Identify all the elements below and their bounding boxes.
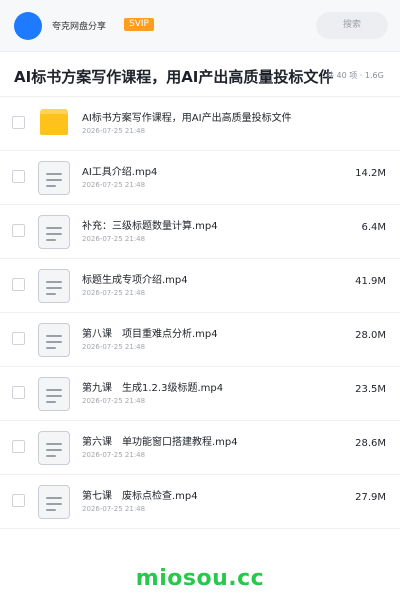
file-row[interactable]: 第八课 项目重难点分析.mp4 2026-07-25 21:48 28.0M xyxy=(0,313,400,367)
svip-badge: SVIP xyxy=(124,18,154,31)
item-date: 2026-07-25 21:48 xyxy=(82,181,146,189)
select-checkbox[interactable] xyxy=(12,278,25,291)
video-file-icon xyxy=(38,485,70,519)
item-name[interactable]: 标题生成专项介绍.mp4 xyxy=(82,271,188,286)
site-watermark: miosou.cc xyxy=(135,566,265,591)
item-size: 28.0M xyxy=(355,330,386,341)
item-size: 41.9M xyxy=(355,276,386,287)
item-date: 2026-07-25 21:48 xyxy=(82,127,146,135)
select-checkbox[interactable] xyxy=(12,170,25,183)
video-file-icon xyxy=(38,431,70,465)
share-meta: 共 40 项 · 1.6G xyxy=(326,71,384,80)
item-size: 14.2M xyxy=(355,168,386,179)
item-name[interactable]: 第八课 项目重难点分析.mp4 xyxy=(82,325,218,340)
video-file-icon xyxy=(38,215,70,249)
search-button[interactable]: 搜索 xyxy=(316,12,388,39)
item-size: 28.6M xyxy=(355,438,386,449)
share-title: AI标书方案写作课程，用AI产出高质量投标文件 xyxy=(14,68,334,86)
sharer-name[interactable]: 夸克网盘分享 xyxy=(52,19,106,32)
video-file-icon xyxy=(38,323,70,357)
item-name[interactable]: 第九课 生成1.2.3级标题.mp4 xyxy=(82,379,223,394)
item-date: 2026-07-25 21:48 xyxy=(82,343,146,351)
select-checkbox[interactable] xyxy=(12,440,25,453)
file-row[interactable]: 标题生成专项介绍.mp4 2026-07-25 21:48 41.9M xyxy=(0,259,400,313)
item-name[interactable]: 补充：三级标题数量计算.mp4 xyxy=(82,217,218,232)
select-checkbox[interactable] xyxy=(12,224,25,237)
file-row[interactable]: 补充：三级标题数量计算.mp4 2026-07-25 21:48 6.4M xyxy=(0,205,400,259)
select-checkbox[interactable] xyxy=(12,332,25,345)
item-size: 23.5M xyxy=(355,384,386,395)
video-file-icon xyxy=(38,377,70,411)
item-size: 6.4M xyxy=(361,222,386,233)
file-row[interactable]: 第六课 单功能窗口搭建教程.mp4 2026-07-25 21:48 28.6M xyxy=(0,421,400,475)
item-name[interactable]: 第六课 单功能窗口搭建教程.mp4 xyxy=(82,433,238,448)
video-file-icon xyxy=(38,161,70,195)
item-date: 2026-07-25 21:48 xyxy=(82,289,146,297)
sharer-avatar[interactable] xyxy=(14,12,42,40)
item-size: 27.9M xyxy=(355,492,386,503)
file-row[interactable]: 第七课 废标点检查.mp4 2026-07-25 21:48 27.9M xyxy=(0,475,400,529)
file-row[interactable]: AI工具介绍.mp4 2026-07-25 21:48 14.2M xyxy=(0,151,400,205)
folder-icon xyxy=(40,109,68,135)
item-date: 2026-07-25 21:48 xyxy=(82,235,146,243)
select-checkbox[interactable] xyxy=(12,386,25,399)
item-date: 2026-07-25 21:48 xyxy=(82,397,146,405)
folder-row[interactable]: AI标书方案写作课程，用AI产出高质量投标文件 2026-07-25 21:48 xyxy=(0,97,400,151)
item-name[interactable]: AI标书方案写作课程，用AI产出高质量投标文件 xyxy=(82,109,292,124)
select-checkbox[interactable] xyxy=(12,494,25,507)
item-name[interactable]: AI工具介绍.mp4 xyxy=(82,163,157,178)
item-name[interactable]: 第七课 废标点检查.mp4 xyxy=(82,487,198,502)
select-checkbox[interactable] xyxy=(12,116,25,129)
item-date: 2026-07-25 21:48 xyxy=(82,451,146,459)
video-file-icon xyxy=(38,269,70,303)
file-row[interactable]: 第九课 生成1.2.3级标题.mp4 2026-07-25 21:48 23.5M xyxy=(0,367,400,421)
item-date: 2026-07-25 21:48 xyxy=(82,505,146,513)
share-header: 夸克网盘分享 SVIP 搜索 xyxy=(0,0,400,52)
